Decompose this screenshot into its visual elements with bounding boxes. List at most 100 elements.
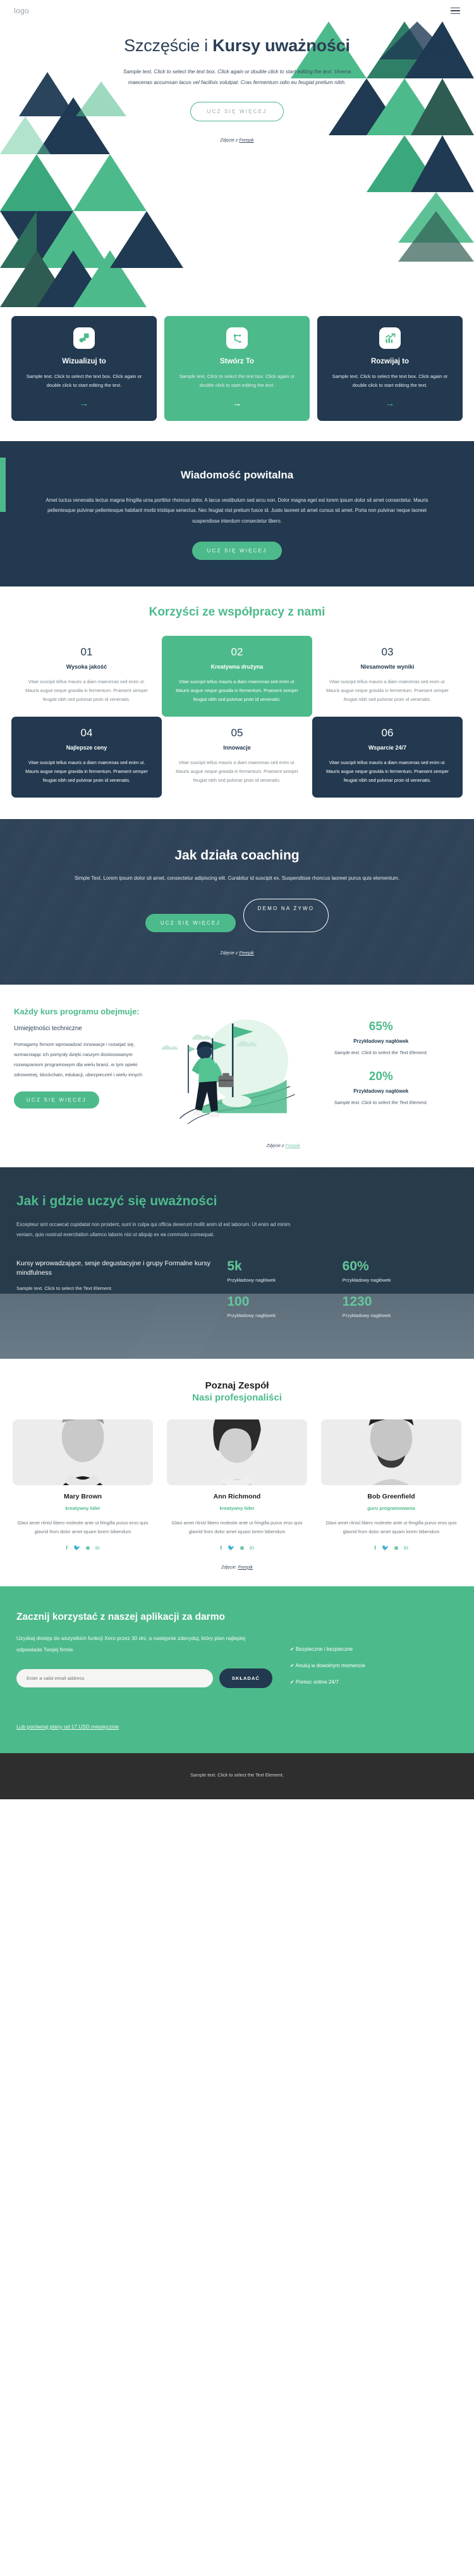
- welcome-learn-more-button[interactable]: UCZ SIĘ WIĘCEJ: [191, 542, 283, 561]
- hero-content: Szczęście i Kursy uważności Sample text.…: [101, 21, 373, 143]
- linkedin-icon[interactable]: in: [404, 1545, 408, 1552]
- arrow-right-icon[interactable]: →: [173, 399, 301, 408]
- coaching-learn-more-button[interactable]: UCZ SIĘ WIĘCEJ: [145, 914, 236, 933]
- twitter-icon[interactable]: 🐦: [228, 1545, 234, 1552]
- team-credit-link[interactable]: Freepik: [238, 1565, 253, 1570]
- benefit-text: Vitae suscipit tellus mauris a diam maec…: [176, 679, 298, 703]
- where-stat-1: 5k Przykładowy nagłówek: [227, 1259, 342, 1283]
- team-member-card[interactable]: Ann Richmond kreatywny lider Glavi amet …: [167, 1419, 307, 1552]
- cta-check-item: ✔ Pomoc online 24/7: [289, 1679, 339, 1685]
- feature-card-grow[interactable]: Rozwijaj to Sample text. Click to select…: [317, 316, 463, 422]
- benefit-text: Vitae suscipit tellus mauris a diam maec…: [326, 679, 449, 703]
- includes-learn-more-button[interactable]: UCZ SIĘ WIĘCEJ: [14, 1091, 99, 1109]
- arrow-right-icon[interactable]: →: [326, 399, 454, 408]
- feature-card-text: Sample text. Click to select the text bo…: [26, 374, 142, 389]
- coaching-credit-link[interactable]: Freepik: [239, 951, 253, 956]
- hero-section: Szczęście i Kursy uważności Sample text.…: [0, 21, 474, 307]
- stat-label: Przykładowy nagłówek: [227, 1277, 276, 1283]
- stat-value: 5k: [227, 1258, 242, 1273]
- team-image-credit: Zdjęcie: Freepik: [13, 1565, 461, 1570]
- submit-button[interactable]: SKŁADAĆ: [219, 1668, 272, 1688]
- facebook-icon[interactable]: 𝐟: [220, 1545, 222, 1552]
- where-subheading: Kursy wprowadzające, sesje degustacyjne …: [16, 1259, 210, 1277]
- coaching-credit-prefix: Zdjęcie z: [220, 951, 240, 956]
- hero-title: Szczęście i Kursy uważności: [101, 35, 373, 56]
- where-stat-3: 100 Przykładowy nagłówek: [227, 1294, 342, 1318]
- member-role: guru programowania: [367, 1505, 415, 1511]
- benefit-card-06[interactable]: 06 Wsparcie 24/7 Vitae suscipit tellus m…: [312, 717, 463, 798]
- compare-plans-link[interactable]: Lub porównaj plany od 17 USD miesięcznie: [16, 1723, 119, 1730]
- linkedin-icon[interactable]: in: [95, 1545, 100, 1552]
- coaching-buttons: UCZ SIĘ WIĘCEJ DEMO NA ŻYWO: [35, 899, 439, 933]
- stat-heading: Przykładowy nagłówek: [353, 1088, 409, 1094]
- arrow-right-icon[interactable]: →: [20, 399, 148, 408]
- benefit-number: 04: [80, 727, 93, 739]
- member-bio: Glavi amet ritnisl libero molestie ante …: [325, 1519, 457, 1535]
- instagram-icon[interactable]: ◙: [86, 1545, 89, 1552]
- hero-credit-link[interactable]: Freepik: [239, 138, 253, 143]
- where-stats-grid: 5k Przykładowy nagłówek 60% Przykładowy …: [227, 1259, 458, 1330]
- stat-subtext: Sample text. Click to select the Text El…: [334, 1050, 428, 1056]
- cta-title: Zacznij korzystać z naszej aplikacji za …: [16, 1611, 225, 1622]
- feature-card-visualize[interactable]: Wizualizuj to Sample text. Click to sele…: [11, 316, 157, 422]
- where-stat-4: 1230 Przykładowy nagłówek: [343, 1294, 458, 1318]
- member-role: kreatywny lider: [65, 1505, 100, 1511]
- benefit-title: Najlepsze ceny: [66, 744, 107, 751]
- instagram-icon[interactable]: ◙: [394, 1545, 398, 1552]
- feature-card-create[interactable]: Stwórz To Sample text. Click to select t…: [164, 316, 310, 422]
- hamburger-icon[interactable]: [451, 7, 460, 15]
- includes-illustration-column: Zdjęcie z Freepik: [153, 1006, 300, 1148]
- stat-value: 100: [227, 1294, 250, 1309]
- facebook-icon[interactable]: 𝐟: [66, 1545, 68, 1552]
- benefit-title: Wysoka jakość: [66, 664, 107, 671]
- where-lead-text: Excepteur sint occaecat cupidatat non pr…: [16, 1222, 291, 1238]
- hero-learn-more-button[interactable]: UCZ SIĘ WIĘCEJ: [190, 102, 284, 122]
- team-member-card[interactable]: Bob Greenfield guru programowania Glavi …: [321, 1419, 461, 1552]
- member-name: Bob Greenfield: [367, 1492, 415, 1500]
- team-section: Poznaj Zespół Nasi profesjonaliści Mary …: [0, 1358, 474, 1586]
- member-bio: Glavi amet ritnisl libero molestie ante …: [17, 1519, 149, 1535]
- avatar: [321, 1419, 461, 1485]
- coaching-banner-section: Jak działa coaching Simple Text. Lorem i…: [0, 819, 474, 985]
- hero-title-bold: Kursy uważności: [212, 36, 350, 55]
- coaching-live-demo-button[interactable]: DEMO NA ŻYWO: [243, 899, 329, 933]
- benefit-number: 03: [381, 646, 394, 659]
- cta-check-item: ✔ Bezpieczne i bezpieczne: [289, 1646, 353, 1652]
- benefit-card-02[interactable]: 02 Kreatywna drużyna Vitae suscipit tell…: [161, 636, 312, 717]
- stat-value: 20%: [368, 1069, 393, 1083]
- member-socials: 𝐟 🐦 ◙ in: [167, 1545, 307, 1552]
- team-title: Poznaj Zespół: [205, 1380, 269, 1391]
- benefit-card-04[interactable]: 04 Najlepsze ceny Vitae suscipit tellus …: [11, 717, 162, 798]
- shapes-icon: [73, 327, 95, 349]
- benefit-text: Vitae suscipit tellus mauris a diam maec…: [25, 760, 148, 784]
- includes-text-column: Każdy kurs programu obejmuje: Umiejętnoś…: [14, 1006, 148, 1148]
- member-bio: Glavi amet ritnisl libero molestie ante …: [171, 1519, 303, 1535]
- member-name: Ann Richmond: [213, 1492, 261, 1500]
- facebook-icon[interactable]: 𝐟: [374, 1545, 376, 1552]
- stat-value: 60%: [342, 1258, 369, 1273]
- twitter-icon[interactable]: 🐦: [382, 1545, 389, 1552]
- benefit-card-01[interactable]: 01 Wysoka jakość Vitae suscipit tellus m…: [11, 636, 162, 717]
- benefits-title: Korzyści ze współpracy z nami: [149, 605, 325, 619]
- cta-signup-form: SKŁADAĆ: [16, 1668, 272, 1688]
- benefit-card-03[interactable]: 03 Niesamowite wyniki Vitae suscipit tel…: [312, 636, 463, 717]
- stat-value: 65%: [368, 1020, 393, 1034]
- email-field[interactable]: [16, 1668, 213, 1687]
- cta-bottom-row: Lub porównaj plany od 17 USD miesięcznie: [0, 1720, 474, 1753]
- team-member-card[interactable]: Mary Brown kreatywny lider Glavi amet ri…: [13, 1419, 153, 1552]
- coaching-title: Jak działa coaching: [174, 848, 300, 863]
- site-logo[interactable]: logo: [14, 6, 29, 15]
- includes-credit-link[interactable]: Freepik: [285, 1144, 300, 1148]
- hero-credit-prefix: Zdjęcie z: [220, 138, 240, 143]
- linkedin-icon[interactable]: in: [250, 1545, 254, 1552]
- benefit-card-05[interactable]: 05 Innowacje Vitae suscipit tellus mauri…: [162, 717, 312, 798]
- footer-text: Sample text. Click to select the Text El…: [190, 1771, 284, 1778]
- cta-benefits-list: ✔ Bezpieczne i bezpieczne ✔ Anuluj w dow…: [272, 1610, 458, 1695]
- stat-heading: Przykładowy nagłówek: [353, 1038, 409, 1045]
- avatar: [167, 1419, 307, 1485]
- instagram-icon[interactable]: ◙: [240, 1545, 243, 1552]
- where-to-learn-section: Jak i gdzie uczyć się uważności Excepteu…: [0, 1167, 474, 1359]
- includes-stats-column: 65% Przykładowy nagłówek Sample text. Cl…: [305, 1006, 457, 1148]
- twitter-icon[interactable]: 🐦: [73, 1545, 80, 1552]
- feature-card-title: Rozwijaj to: [370, 358, 410, 365]
